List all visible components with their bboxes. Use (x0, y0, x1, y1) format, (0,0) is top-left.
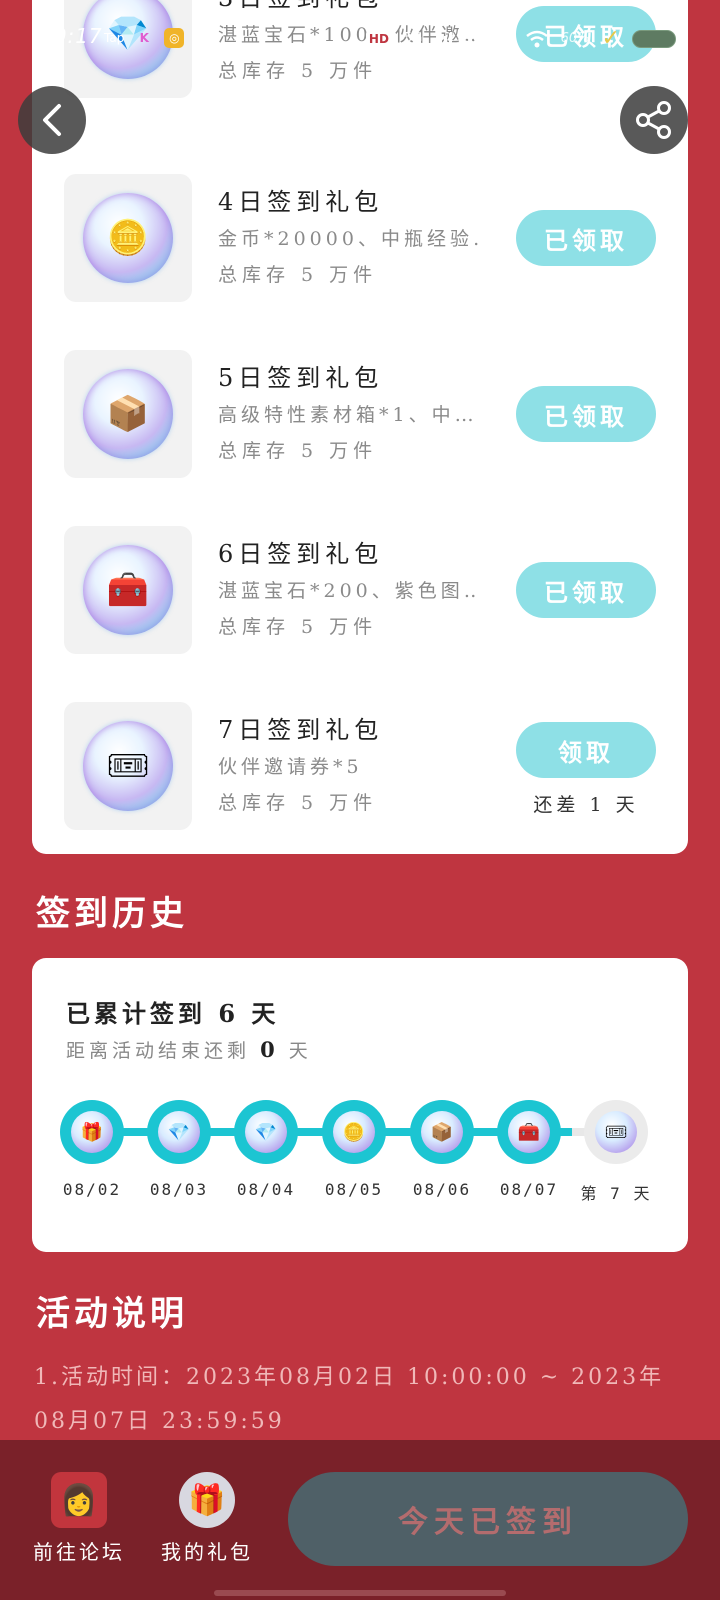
timeline-node-pending: 🎟 (584, 1100, 648, 1164)
timeline-node: 📦 (410, 1100, 474, 1164)
gift-orb-icon: 🧰 (508, 1111, 550, 1153)
remain-suffix: 天 (288, 1040, 312, 1062)
back-button[interactable] (18, 86, 86, 154)
gold-coins-icon: 🪙 (106, 218, 150, 258)
golden-tickets-icon: 🎟 (106, 746, 150, 786)
chevron-left-icon (43, 104, 61, 136)
gift-orb-icon: 📦 (421, 1111, 463, 1153)
gift-desc: 湛蓝宝石*200、紫色图… (218, 580, 478, 602)
gift-orb-icon: 🎁 (71, 1111, 113, 1153)
home-indicator (214, 1590, 506, 1596)
my-gifts-button[interactable]: 🎁 我的礼包 (152, 1472, 262, 1565)
gift-orb-icon: 🎟 (595, 1111, 637, 1153)
gift-title: 6日签到礼包 (218, 540, 384, 568)
gift-row-day6: 🧰 6日签到礼包 湛蓝宝石*200、紫色图… 总库存 5 万件 已领取 (32, 526, 688, 656)
gift-stock: 总库存 5 万件 (218, 440, 378, 462)
gift-stock: 总库存 5 万件 (218, 792, 378, 814)
wifi-icon (525, 30, 548, 47)
bottom-bar: 👩 前往论坛 🎁 我的礼包 今天已签到 (0, 1440, 720, 1600)
timeline-node: 💎 (234, 1100, 298, 1164)
notification-icons: Tap K ◎ (104, 28, 185, 48)
timeline-date: 08/05 (324, 1180, 384, 1199)
gift-row-day4: 🪙 4日签到礼包 金币*20000、中瓶经验… 总库存 5 万件 已领取 (32, 174, 688, 304)
checkin-button[interactable]: 今天已签到 (288, 1472, 688, 1566)
timeline-date: 08/06 (412, 1180, 472, 1199)
claimed-button[interactable]: 已领取 (516, 210, 656, 266)
forum-label: 前往论坛 (33, 1540, 125, 1564)
gift-row-day7: 🎟 7日签到礼包 伙伴邀请券*5 总库存 5 万件 领取 还差 1 天 (32, 702, 688, 832)
forum-avatar-icon: 👩 (51, 1472, 107, 1528)
hd-icon: HD (365, 30, 392, 47)
circle-app-icon: ◎ (164, 28, 185, 48)
history-heading: 签到历史 (36, 894, 188, 934)
checkmark-icon: ✓ (601, 26, 620, 51)
battery-icon (632, 29, 676, 48)
timeline-node: 💎 (147, 1100, 211, 1164)
k-app-icon: K (139, 31, 149, 45)
treasure-chest-icon: 🧰 (106, 570, 150, 610)
total-checkin-text: 已累计签到 6 天 (66, 994, 279, 1029)
claim-button[interactable]: 领取 (516, 722, 656, 778)
share-icon (636, 101, 671, 139)
timeline-node: 🧰 (497, 1100, 561, 1164)
gift-desc: 金币*20000、中瓶经验… (218, 228, 478, 250)
remain-prefix: 距离活动结束还剩 (66, 1040, 251, 1062)
gift-thumbnail: 🧰 (64, 526, 192, 654)
status-indicators: HD 5G 5G 60% ✓ (365, 26, 676, 51)
battery-percent: 60% (560, 31, 590, 46)
gift-title: 5日签到礼包 (218, 364, 384, 392)
gift-desc: 高级特性素材箱*1、中… (218, 404, 478, 426)
boxes-icon: 📦 (106, 394, 150, 434)
gift-avatar-icon: 🎁 (179, 1472, 235, 1528)
taptap-app-icon: Tap (104, 31, 125, 45)
description-text: 1.活动时间：2023年08月02日 10:00:00 ~ 2023年08月07… (34, 1365, 665, 1434)
share-button[interactable] (620, 86, 688, 154)
signal-icon (434, 31, 453, 47)
gift-orb-icon: 💎 (245, 1111, 287, 1153)
timeline-date: 08/03 (149, 1180, 209, 1199)
claimed-button[interactable]: 已领取 (516, 562, 656, 618)
my-gifts-label: 我的礼包 (161, 1540, 253, 1564)
gift-stock: 总库存 5 万件 (218, 616, 378, 638)
gift-title: 7日签到礼包 (218, 716, 384, 744)
claimed-button[interactable]: 已领取 (516, 386, 656, 442)
gift-title: 4日签到礼包 (218, 188, 384, 216)
timeline-day7: 第 7 天 (580, 1184, 652, 1203)
network-label-1: 5G (403, 31, 423, 46)
timeline-node: 🎁 (60, 1100, 124, 1164)
remaining-days-text: 距离活动结束还剩 0 天 (66, 1036, 312, 1063)
timeline-date: 08/04 (236, 1180, 296, 1199)
description-heading: 活动说明 (36, 1294, 188, 1334)
signal-icon-2 (494, 31, 513, 47)
status-bar: 10:17 Tap K ◎ HD 5G 5G 60% ✓ (0, 0, 720, 74)
total-suffix: 天 (251, 999, 280, 1028)
timeline-date: 08/02 (62, 1180, 122, 1199)
gift-thumbnail: 🪙 (64, 174, 192, 302)
gift-row-day5: 📦 5日签到礼包 高级特性素材箱*1、中… 总库存 5 万件 已领取 (32, 350, 688, 480)
gift-thumbnail: 🎟 (64, 702, 192, 830)
gift-orb-icon: 💎 (158, 1111, 200, 1153)
forum-button[interactable]: 👩 前往论坛 (24, 1472, 134, 1565)
network-label-2: 5G (464, 31, 483, 46)
total-prefix: 已累计签到 (66, 999, 206, 1028)
days-left-text: 还差 1 天 (533, 794, 639, 816)
timeline-date: 08/07 (499, 1180, 559, 1199)
gift-thumbnail: 📦 (64, 350, 192, 478)
gift-list-card: 💎 3日签到礼包 湛蓝宝石*100、伙伴邀… 总库存 5 万件 已领取 🪙 4日… (32, 0, 688, 854)
gift-stock: 总库存 5 万件 (218, 264, 378, 286)
gift-desc: 伙伴邀请券*5 (218, 756, 363, 778)
timeline-node: 🪙 (322, 1100, 386, 1164)
total-days: 6 (218, 999, 240, 1028)
status-time: 10:17 (40, 24, 103, 48)
checkin-history-card: 已累计签到 6 天 距离活动结束还剩 0 天 🎁 💎 💎 🪙 📦 🧰 🎟 08/… (32, 958, 688, 1252)
gift-orb-icon: 🪙 (333, 1111, 375, 1153)
remain-days: 0 (260, 1037, 279, 1062)
